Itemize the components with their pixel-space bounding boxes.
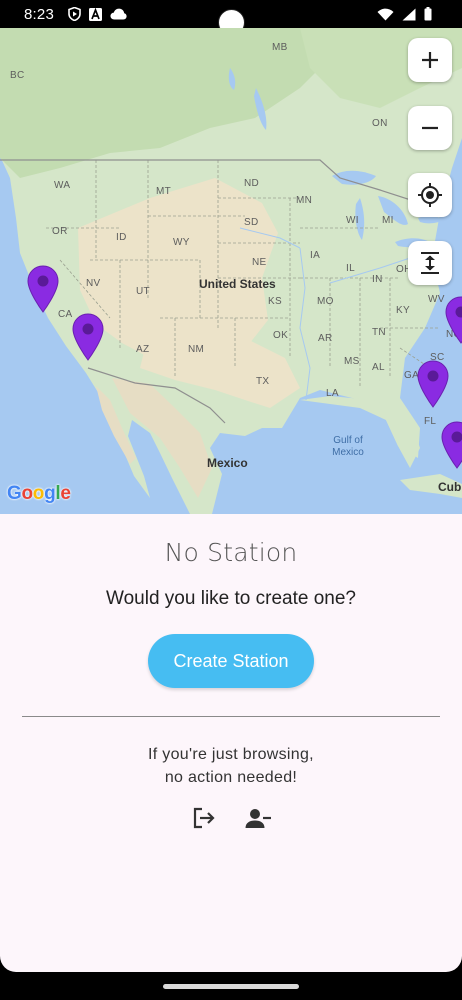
map-label-id: ID xyxy=(116,232,127,243)
plus-icon xyxy=(422,52,438,68)
map-label-nv: NV xyxy=(86,278,101,289)
map-label-ok: OK xyxy=(273,330,289,341)
battery-icon xyxy=(424,7,432,21)
status-bar: 8:23 xyxy=(0,0,462,36)
expand-vertical-button[interactable] xyxy=(408,241,452,285)
map-label-ne: NE xyxy=(252,257,267,268)
map-label-ar: AR xyxy=(318,333,333,344)
map-label-nd: ND xyxy=(244,178,260,189)
google-logo: Google xyxy=(7,483,71,504)
minus-icon xyxy=(422,126,438,130)
map-label-ut: UT xyxy=(136,286,150,297)
crosshair-location-icon xyxy=(418,183,442,207)
zoom-in-button[interactable] xyxy=(408,38,452,82)
map-label-cuba: Cub xyxy=(438,480,462,494)
map-label-bc: BC xyxy=(10,70,25,81)
map-label-az: AZ xyxy=(136,344,150,355)
zoom-out-button[interactable] xyxy=(408,106,452,150)
no-station-title: No Station xyxy=(164,538,298,567)
browsing-note-line-1: If you're just browsing, xyxy=(148,746,314,763)
map-label-tx: TX xyxy=(256,376,270,387)
logout-icon[interactable] xyxy=(190,804,218,832)
wifi-icon xyxy=(377,8,394,20)
station-marker[interactable] xyxy=(415,360,451,408)
map-label-nm: NM xyxy=(188,344,205,355)
map-terrain xyxy=(0,28,462,514)
cloud-icon xyxy=(110,8,127,20)
map-label-or: OR xyxy=(52,226,68,237)
browsing-note-line-2: no action needed! xyxy=(164,769,298,786)
map-label-wa: WA xyxy=(54,180,71,191)
map-label-gulf-of-mexico: Gulf of Mexico xyxy=(332,435,364,458)
map-label-ky: KY xyxy=(396,305,410,316)
map-label-wy: WY xyxy=(173,237,190,248)
map-label-ms: MS xyxy=(344,356,360,367)
my-location-button[interactable] xyxy=(408,173,452,217)
status-system-icons xyxy=(377,7,432,21)
shield-play-icon xyxy=(68,7,81,21)
map-label-mt: MT xyxy=(156,186,172,197)
station-marker[interactable] xyxy=(439,421,462,469)
station-marker[interactable] xyxy=(25,265,61,313)
app-screen: MB BC ON WA MT ND MN OR ID WY SD WI MI N… xyxy=(0,28,462,972)
map-label-mi: MI xyxy=(382,215,394,226)
map-label-mn: MN xyxy=(296,195,313,206)
create-station-button[interactable]: Create Station xyxy=(148,634,314,688)
expand-vertical-icon xyxy=(421,252,439,274)
map-label-mb: MB xyxy=(272,42,288,53)
map-label-on: ON xyxy=(372,118,388,129)
map-label-al: AL xyxy=(372,362,385,373)
font-a-icon xyxy=(89,7,102,21)
remove-user-icon[interactable] xyxy=(244,804,272,832)
home-gesture-handle[interactable] xyxy=(163,984,299,989)
map-label-ia: IA xyxy=(310,250,321,261)
phone-frame: 8:23 MB BC ON WA MT ND MN OR ID WY SD WI… xyxy=(0,0,462,1000)
navigation-bar xyxy=(0,972,462,1000)
status-time: 8:23 xyxy=(24,6,54,23)
map-view[interactable]: MB BC ON WA MT ND MN OR ID WY SD WI MI N… xyxy=(0,28,462,514)
map-label-united-states: United States xyxy=(199,277,276,291)
map-label-sd: SD xyxy=(244,217,259,228)
status-notification-icons xyxy=(68,7,127,21)
map-label-mo: MO xyxy=(317,296,334,307)
create-prompt-text: Would you like to create one? xyxy=(106,588,356,609)
signal-icon xyxy=(402,8,416,20)
map-label-fl: FL xyxy=(424,416,437,427)
map-label-il: IL xyxy=(346,263,355,274)
map-label-wi: WI xyxy=(346,215,359,226)
station-marker[interactable] xyxy=(70,313,106,361)
map-label-in: IN xyxy=(372,274,383,285)
divider xyxy=(22,716,440,717)
map-label-ks: KS xyxy=(268,296,282,307)
map-label-tn: TN xyxy=(372,327,386,338)
map-label-mexico: Mexico xyxy=(207,456,248,470)
station-marker[interactable] xyxy=(443,296,462,344)
map-label-la: LA xyxy=(326,388,339,399)
